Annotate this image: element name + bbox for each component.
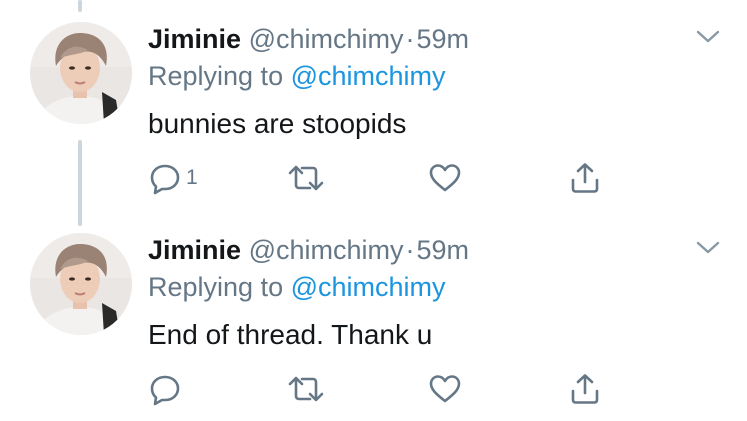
tweet-header: Jiminie @chimchimy·59m [148,233,469,267]
like-icon [428,161,462,195]
like-button[interactable] [428,160,462,196]
share-button[interactable] [568,371,602,407]
reply-button[interactable] [148,371,186,407]
reply-count: 1 [186,166,198,189]
tweet[interactable]: Jiminie @chimchimy·59m Replying to @chim… [0,0,747,210]
chevron-down-icon[interactable] [694,238,722,258]
user-handle[interactable]: @chimchimy [249,24,404,54]
display-name[interactable]: Jiminie [148,235,241,265]
reply-icon [148,372,182,406]
avatar[interactable] [30,22,132,124]
user-handle[interactable]: @chimchimy [249,235,404,265]
display-name[interactable]: Jiminie [148,24,241,54]
share-icon [568,372,602,406]
share-button[interactable] [568,160,602,196]
timestamp[interactable]: 59m [416,235,469,265]
like-button[interactable] [428,371,462,407]
replying-to-label: Replying to [148,61,284,91]
replying-to-label: Replying to [148,272,284,302]
separator-dot: · [405,235,415,265]
retweet-icon [286,372,326,406]
tweet[interactable]: Jiminie @chimchimy·59m Replying to @chim… [0,211,747,421]
timestamp[interactable]: 59m [416,24,469,54]
replying-to-mention[interactable]: @chimchimy [291,61,446,91]
like-icon [428,372,462,406]
tweet-text: bunnies are stoopids [148,108,407,139]
tweet-text: End of thread. Thank u [148,319,433,350]
tweet-header: Jiminie @chimchimy·59m [148,22,469,56]
retweet-button[interactable] [286,371,326,407]
replying-to-mention[interactable]: @chimchimy [291,272,446,302]
replying-to-line: Replying to @chimchimy [148,59,446,93]
retweet-button[interactable] [286,160,326,196]
share-icon [568,161,602,195]
chevron-down-icon[interactable] [694,27,722,47]
tweet-actions: 1 [148,160,628,196]
reply-button[interactable]: 1 [148,160,198,196]
replying-to-line: Replying to @chimchimy [148,270,446,304]
avatar[interactable] [30,233,132,335]
separator-dot: · [405,24,415,54]
retweet-icon [286,161,326,195]
tweet-actions [148,371,628,407]
reply-icon [148,161,182,195]
